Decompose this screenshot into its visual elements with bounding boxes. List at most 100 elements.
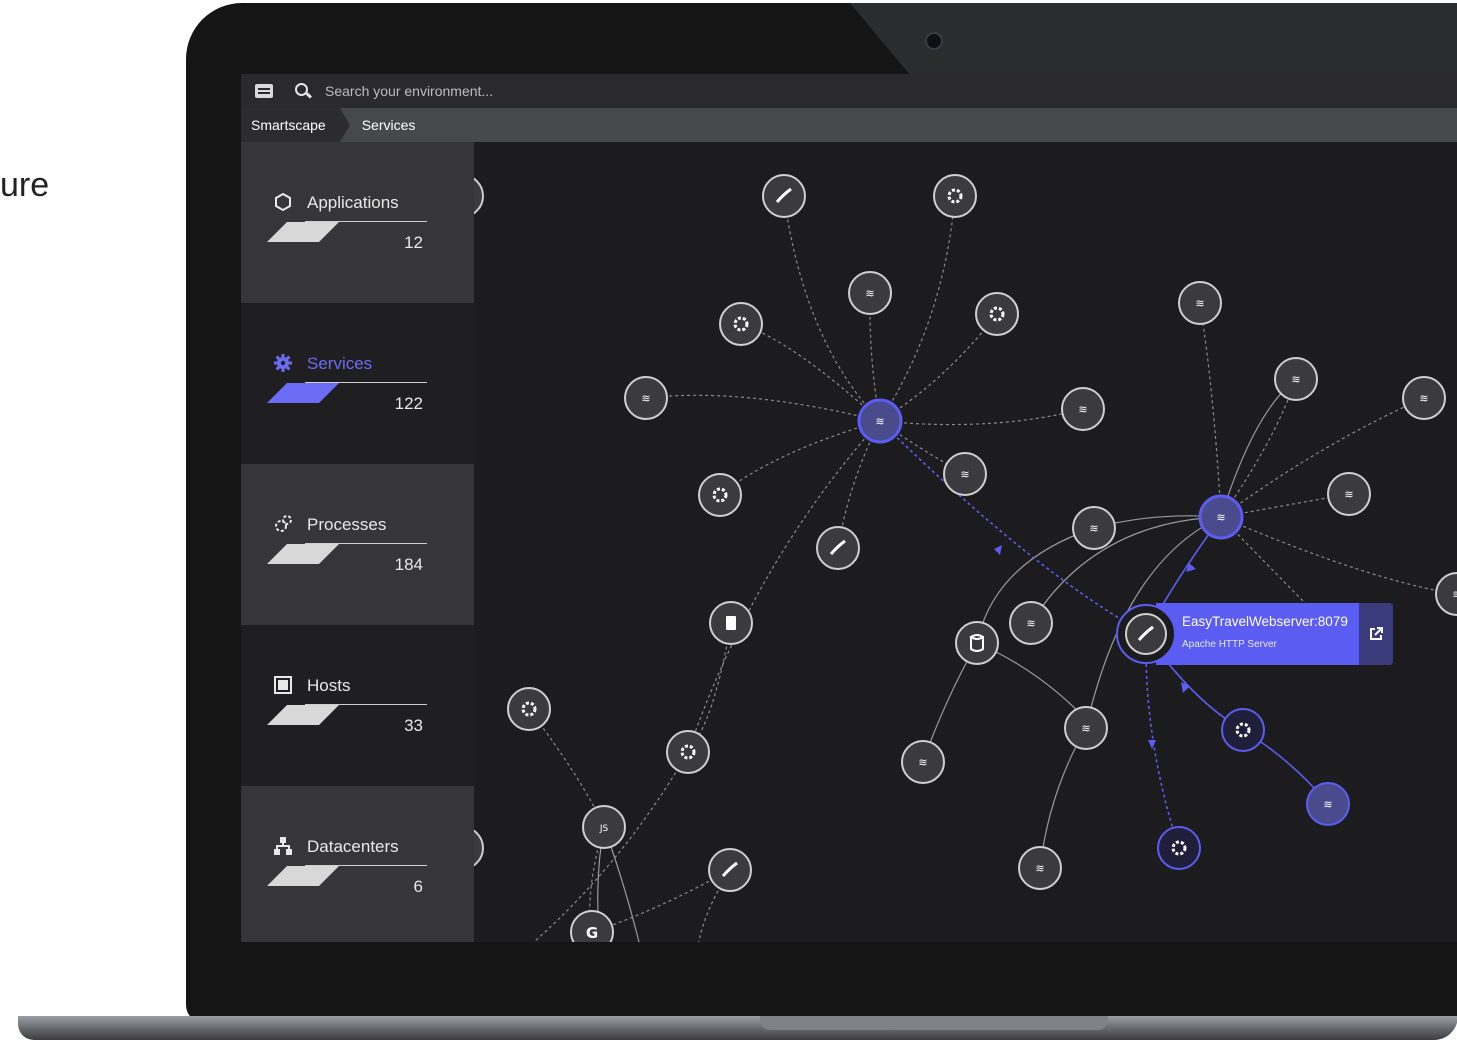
smartscape-map[interactable]: ≋ ≋ ≋ ≋ ≋ ≋ ≋ ≋ ≋ ≋ ≋ ≋ ≋ ≋ JS ≋ G ≋ Eas… xyxy=(474,142,1457,942)
service-node xyxy=(698,473,742,517)
tomcat-icon: ≋ xyxy=(641,392,650,405)
gear-icon xyxy=(273,353,293,373)
tomcat-icon: ≋ xyxy=(1344,488,1353,501)
tomcat-icon: ≋ xyxy=(1089,522,1098,535)
tomcat-icon: ≋ xyxy=(1035,862,1044,875)
service-tooltip[interactable]: EasyTravelWebserver:8079 Apache HTTP Ser… xyxy=(1156,603,1393,665)
laptop-hinge xyxy=(760,1016,1108,1030)
service-node: ≋ xyxy=(1435,572,1457,616)
service-node: ≋ xyxy=(1327,472,1371,516)
tomcat-icon: ≋ xyxy=(1216,511,1225,524)
service-node: JS xyxy=(582,805,626,849)
tomcat-icon: ≋ xyxy=(1452,588,1457,601)
service-node: ≋ xyxy=(1061,387,1105,431)
sidebar: Applications 12 Services 122 Processes 1… xyxy=(241,142,474,942)
top-bar xyxy=(241,74,1457,108)
service-node: ≋ xyxy=(624,376,668,420)
service-node xyxy=(719,302,763,346)
sidebar-item-hosts[interactable]: Hosts 33 xyxy=(241,625,474,786)
menu-icon[interactable] xyxy=(255,84,273,98)
service-node xyxy=(762,174,806,218)
search-input[interactable] xyxy=(323,82,727,100)
service-node: ≋ xyxy=(1274,357,1318,401)
tomcat-icon: ≋ xyxy=(865,287,874,300)
service-node xyxy=(975,292,1019,336)
app-screen: Smartscape Services Applications 12 Serv… xyxy=(241,74,1457,942)
service-node: ≋ xyxy=(1072,506,1116,550)
sidebar-item-count: 6 xyxy=(413,877,423,896)
server-icon xyxy=(726,616,736,630)
camera-icon xyxy=(925,32,943,50)
service-node xyxy=(507,687,551,731)
service-node: ≋ xyxy=(1064,706,1108,750)
background-caption-fragment: ure xyxy=(0,166,50,204)
arrow-icon xyxy=(994,545,1002,555)
processes-icon xyxy=(273,514,293,534)
tomcat-icon: ≋ xyxy=(1078,403,1087,416)
service-node xyxy=(933,174,977,218)
sidebar-item-label: Processes xyxy=(307,515,387,534)
sidebar-item-count: 12 xyxy=(404,233,423,252)
service-node: ≋ xyxy=(1018,846,1062,890)
sidebar-item-label: Applications xyxy=(307,193,399,212)
tooltip-service-type: Apache HTTP Server xyxy=(1182,639,1277,650)
selected-service-node[interactable] xyxy=(1116,604,1176,664)
sidebar-item-label: Hosts xyxy=(307,676,351,695)
stat-bar-icon xyxy=(267,866,339,886)
stat-bar-icon xyxy=(267,383,339,403)
service-node xyxy=(816,526,860,570)
service-node-selected-link xyxy=(1157,826,1201,870)
service-node: ≋ xyxy=(1402,376,1446,420)
service-node: ≋ xyxy=(943,452,987,496)
nodejs-icon: JS xyxy=(599,824,609,834)
service-node: G xyxy=(570,910,614,942)
sidebar-item-services[interactable]: Services 122 xyxy=(241,303,474,464)
service-node: ≋ xyxy=(1178,281,1222,325)
service-nodes: ≋ ≋ ≋ ≋ ≋ ≋ ≋ ≋ ≋ ≋ ≋ ≋ ≋ ≋ JS ≋ G ≋ xyxy=(474,174,1457,942)
host-icon xyxy=(273,675,293,695)
sidebar-item-datacenters[interactable]: Datacenters 6 xyxy=(241,786,474,942)
tomcat-icon: ≋ xyxy=(1026,617,1035,630)
service-node-partial xyxy=(474,829,484,867)
breadcrumb: Smartscape Services xyxy=(241,108,1457,142)
search-icon[interactable] xyxy=(295,83,311,99)
tomcat-icon: ≋ xyxy=(1291,373,1300,386)
service-node-hub: ≋ xyxy=(857,398,903,444)
service-node: ≋ xyxy=(901,740,945,784)
service-node: ≋ xyxy=(848,271,892,315)
service-node-partial xyxy=(474,177,484,215)
service-node-selected-link xyxy=(1221,708,1265,752)
sidebar-item-processes[interactable]: Processes 184 xyxy=(241,464,474,625)
stat-bar-icon xyxy=(267,544,339,564)
tomcat-icon: ≋ xyxy=(1195,297,1204,310)
hexagon-icon xyxy=(273,192,293,212)
tooltip-service-name: EasyTravelWebserver:8079 xyxy=(1182,614,1348,629)
stat-bar-icon xyxy=(267,222,339,242)
breadcrumb-item-smartscape[interactable]: Smartscape xyxy=(241,108,350,142)
laptop-base xyxy=(18,1016,1457,1040)
sidebar-item-count: 122 xyxy=(394,394,423,413)
sidebar-item-label: Datacenters xyxy=(307,837,399,856)
stat-bar-icon xyxy=(267,705,339,725)
tomcat-icon: ≋ xyxy=(1323,798,1332,811)
sidebar-item-count: 33 xyxy=(404,716,423,735)
tomcat-icon: ≋ xyxy=(1419,392,1428,405)
google-icon: G xyxy=(586,924,598,942)
tomcat-icon: ≋ xyxy=(918,756,927,769)
service-node-hub: ≋ xyxy=(1198,494,1244,540)
sidebar-item-count: 184 xyxy=(394,555,423,574)
external-link-icon[interactable] xyxy=(1359,603,1393,665)
service-node: ≋ xyxy=(1009,601,1053,645)
tomcat-icon: ≋ xyxy=(875,415,884,428)
service-node-selected-link: ≋ xyxy=(1306,782,1350,826)
tomcat-icon: ≋ xyxy=(960,468,969,481)
sidebar-item-applications[interactable]: Applications 12 xyxy=(241,142,474,303)
service-node xyxy=(955,621,999,665)
service-node xyxy=(666,730,710,774)
service-node xyxy=(708,848,752,892)
datacenter-icon xyxy=(273,836,293,856)
service-node xyxy=(709,601,753,645)
breadcrumb-item-services[interactable]: Services xyxy=(340,108,430,142)
tomcat-icon: ≋ xyxy=(1081,722,1090,735)
sidebar-item-label: Services xyxy=(307,354,373,373)
